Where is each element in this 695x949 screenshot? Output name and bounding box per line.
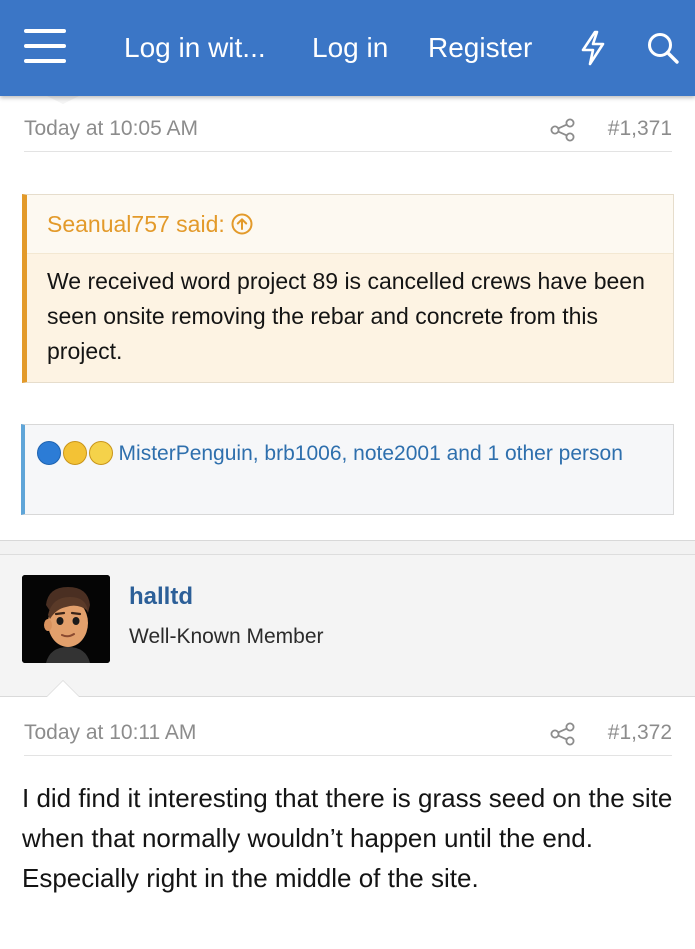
- like-icon: [37, 441, 61, 466]
- menu-icon[interactable]: [24, 29, 68, 65]
- reaction-users-link[interactable]: MisterPenguin, brb1006, note2001: [119, 442, 441, 465]
- post-number[interactable]: #1,372: [608, 718, 672, 748]
- quote-author[interactable]: Seanual757 said:: [47, 211, 225, 237]
- reaction-others-link[interactable]: and 1 other person: [441, 442, 623, 465]
- login-link[interactable]: Log in: [312, 30, 388, 66]
- post-1372-user-block: halltd Well-Known Member: [0, 555, 695, 697]
- user-title: Well-Known Member: [129, 625, 324, 648]
- post-pointer: [47, 96, 79, 104]
- quote-block: Seanual757 said: We received word projec…: [22, 194, 674, 383]
- post-pointer: [47, 681, 79, 697]
- bolt-icon[interactable]: [578, 30, 608, 66]
- wow-icon: [88, 441, 113, 466]
- post-time[interactable]: Today at 10:11 AM: [24, 718, 196, 748]
- haha-icon: [62, 441, 87, 466]
- post-body: I did find it interesting that there is …: [22, 783, 673, 893]
- share-icon[interactable]: [550, 722, 576, 746]
- username[interactable]: halltd: [129, 583, 193, 611]
- share-icon[interactable]: [550, 118, 576, 142]
- top-nav-bar: Log in wit... Log in Register: [0, 0, 695, 96]
- quote-attribution[interactable]: Seanual757 said:: [27, 195, 673, 254]
- search-icon[interactable]: [646, 31, 680, 65]
- avatar[interactable]: [22, 575, 110, 663]
- post-1371-meta: Today at 10:05 AM #1,371: [24, 114, 672, 152]
- post-number[interactable]: #1,371: [608, 114, 672, 144]
- reactions-bar[interactable]: MisterPenguin, brb1006, note2001 and 1 o…: [21, 424, 674, 515]
- register-link[interactable]: Register: [428, 30, 532, 66]
- quote-text: We received word project 89 is cancelled…: [47, 268, 645, 364]
- post-divider: [0, 540, 695, 555]
- login-with-link[interactable]: Log in wit...: [124, 30, 266, 66]
- post-1372-meta: Today at 10:11 AM #1,372: [24, 718, 672, 756]
- reaction-icons: [37, 436, 113, 470]
- arrow-up-circle-icon[interactable]: [231, 213, 253, 235]
- post-time[interactable]: Today at 10:05 AM: [24, 114, 198, 144]
